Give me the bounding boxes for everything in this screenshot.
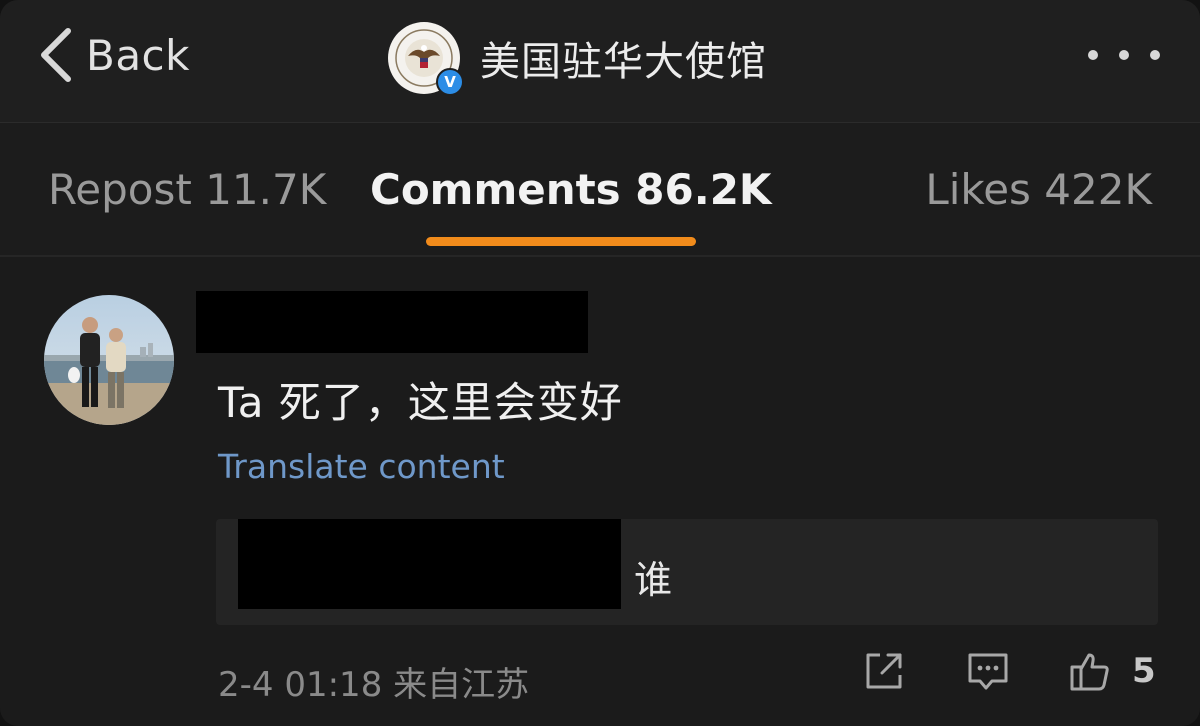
reply-button[interactable] (966, 649, 1010, 693)
thumbs-up-icon (1070, 653, 1109, 691)
redacted-username (196, 291, 588, 353)
tab-comments[interactable]: Comments 86.2K (370, 165, 771, 214)
reply-text: 谁 (634, 558, 673, 602)
like-count: 5 (1132, 651, 1156, 691)
chevron-left-icon (41, 28, 71, 82)
comment-meta: 2-4 01:18 来自江苏 (218, 657, 529, 706)
back-button[interactable]: Back (36, 22, 190, 88)
more-dots-icon (1119, 50, 1129, 60)
comment-timestamp: 2-4 01:18 (218, 665, 383, 705)
account-header[interactable]: V 美国驻华大使馆 (388, 18, 767, 98)
redacted-reply-author (238, 519, 621, 609)
translate-content-link[interactable]: Translate content (218, 447, 505, 486)
share-icon (866, 653, 902, 689)
account-avatar[interactable]: V (388, 22, 464, 96)
comment-icon (968, 653, 1008, 690)
tab-likes[interactable]: Likes 422K (925, 165, 1152, 214)
comment-text: Ta 死了，这里会变好 (218, 378, 623, 427)
share-button[interactable] (862, 649, 906, 693)
top-navigation-bar: Back V 美国驻华大使馆 (0, 0, 1200, 123)
comment-item: Ta 死了，这里会变好 Translate content 谁 2-4 01:1… (0, 257, 1200, 726)
more-options-button[interactable] (1088, 38, 1160, 72)
reply-preview[interactable]: 谁 (216, 519, 1158, 625)
post-stats-tabs: Repost 11.7K Comments 86.2K Likes 422K (0, 123, 1200, 257)
account-name[interactable]: 美国驻华大使馆 (480, 29, 767, 87)
active-tab-indicator (426, 237, 696, 246)
more-dots-icon (1150, 50, 1160, 60)
weibo-comments-screen: Back V 美国驻华大使馆 Repost 11.7K Comments 86.… (0, 0, 1200, 726)
beach-photo-avatar (44, 295, 174, 425)
comment-location: 来自江苏 (393, 665, 530, 705)
like-button[interactable]: 5 (1068, 649, 1156, 693)
tab-repost[interactable]: Repost 11.7K (48, 165, 326, 214)
verified-badge-icon: V (436, 68, 464, 96)
back-label: Back (86, 30, 190, 80)
more-dots-icon (1088, 50, 1098, 60)
commenter-avatar[interactable] (44, 295, 174, 425)
